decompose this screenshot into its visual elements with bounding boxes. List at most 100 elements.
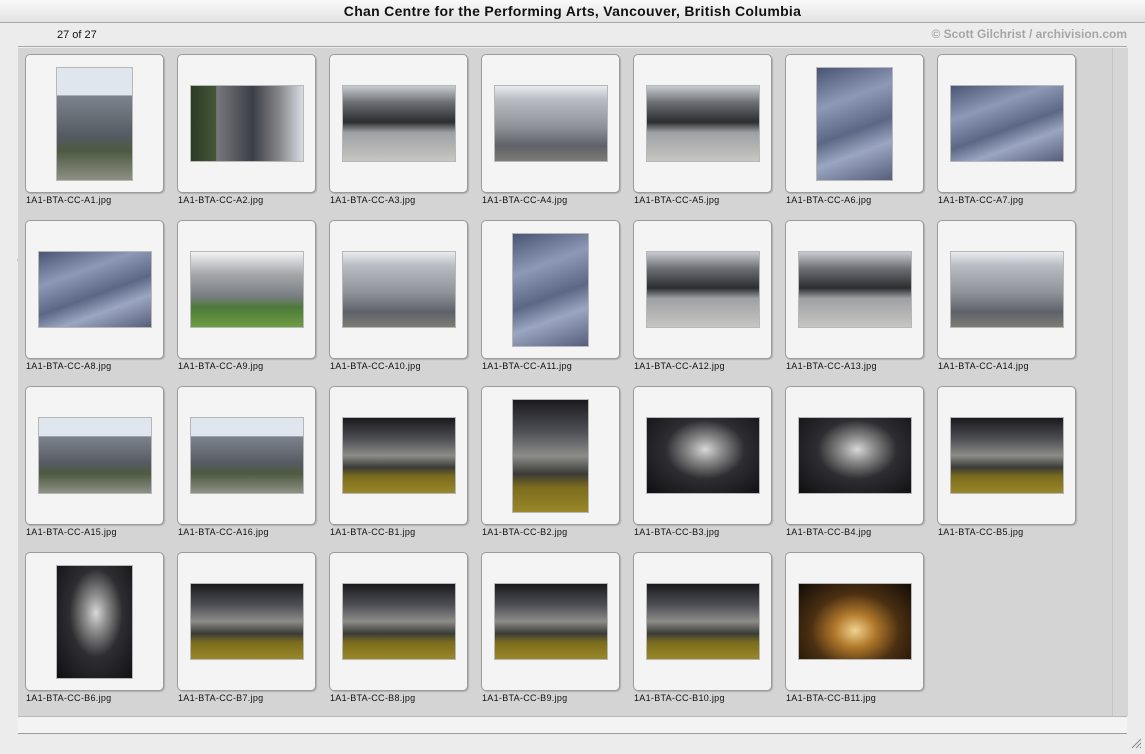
thumbnail-item[interactable]: 1A1-BTA-CC-A10.jpg bbox=[329, 220, 468, 371]
thumbnail-item[interactable]: 1A1-BTA-CC-A9.jpg bbox=[177, 220, 316, 371]
thumbnail-filename: 1A1-BTA-CC-A3.jpg bbox=[330, 195, 416, 205]
thumbnail-item[interactable]: 1A1-BTA-CC-B7.jpg bbox=[177, 552, 316, 703]
thumbnail-grid: 1A1-BTA-CC-A1.jpg 1A1-BTA-CC-A2.jpg 1A1-BT… bbox=[25, 54, 1076, 703]
slide-frame[interactable] bbox=[481, 220, 620, 359]
slide-frame[interactable] bbox=[177, 220, 316, 359]
slide-frame[interactable] bbox=[329, 552, 468, 691]
thumbnail-image[interactable] bbox=[646, 584, 759, 659]
slide-frame[interactable] bbox=[177, 552, 316, 691]
thumbnail-item[interactable]: 1A1-BTA-CC-B6.jpg bbox=[25, 552, 164, 703]
thumbnail-image[interactable] bbox=[342, 418, 455, 493]
slide-frame[interactable] bbox=[937, 54, 1076, 193]
thumbnail-image[interactable] bbox=[646, 252, 759, 327]
thumbnail-image[interactable] bbox=[646, 86, 759, 161]
thumbnail-image[interactable] bbox=[798, 584, 911, 659]
thumbnail-filename: 1A1-BTA-CC-B5.jpg bbox=[938, 527, 1024, 537]
thumbnail-image[interactable] bbox=[38, 418, 151, 493]
thumbnail-filename: 1A1-BTA-CC-B9.jpg bbox=[482, 693, 568, 703]
thumbnail-image[interactable] bbox=[190, 418, 303, 493]
slide-frame[interactable] bbox=[633, 54, 772, 193]
thumbnail-item[interactable]: 1A1-BTA-CC-B2.jpg bbox=[481, 386, 620, 537]
slide-frame[interactable] bbox=[633, 552, 772, 691]
thumbnail-item[interactable]: 1A1-BTA-CC-B3.jpg bbox=[633, 386, 772, 537]
thumbnail-image[interactable] bbox=[950, 418, 1063, 493]
thumbnail-item[interactable]: 1A1-BTA-CC-A16.jpg bbox=[177, 386, 316, 537]
thumbnail-item[interactable]: 1A1-BTA-CC-B4.jpg bbox=[785, 386, 924, 537]
slide-frame[interactable] bbox=[937, 386, 1076, 525]
thumbnail-image[interactable] bbox=[342, 86, 455, 161]
thumbnail-image[interactable] bbox=[513, 399, 588, 512]
slide-frame[interactable] bbox=[481, 386, 620, 525]
slide-frame[interactable] bbox=[329, 220, 468, 359]
thumbnail-item[interactable]: 1A1-BTA-CC-A12.jpg bbox=[633, 220, 772, 371]
thumbnail-image[interactable] bbox=[190, 86, 303, 161]
slide-frame[interactable] bbox=[329, 386, 468, 525]
thumbnail-item[interactable]: 1A1-BTA-CC-A4.jpg bbox=[481, 54, 620, 205]
thumbnail-image[interactable] bbox=[190, 252, 303, 327]
bottom-divider bbox=[18, 733, 1127, 734]
slide-frame[interactable] bbox=[177, 386, 316, 525]
thumbnail-item[interactable]: 1A1-BTA-CC-B11.jpg bbox=[785, 552, 924, 703]
thumbnail-image[interactable] bbox=[342, 252, 455, 327]
slide-frame[interactable] bbox=[481, 552, 620, 691]
thumbnail-filename: 1A1-BTA-CC-B3.jpg bbox=[634, 527, 720, 537]
slide-frame[interactable] bbox=[329, 54, 468, 193]
thumbnail-image[interactable] bbox=[950, 252, 1063, 327]
thumbnail-image[interactable] bbox=[57, 565, 132, 678]
thumbnail-viewport[interactable]: 1A1-BTA-CC-A1.jpg 1A1-BTA-CC-A2.jpg 1A1-BT… bbox=[18, 48, 1112, 716]
thumbnail-item[interactable]: 1A1-BTA-CC-A5.jpg bbox=[633, 54, 772, 205]
slide-frame[interactable] bbox=[25, 54, 164, 193]
slide-frame[interactable] bbox=[481, 54, 620, 193]
thumbnail-image[interactable] bbox=[817, 67, 892, 180]
thumbnail-item[interactable]: 1A1-BTA-CC-B10.jpg bbox=[633, 552, 772, 703]
thumbnail-item[interactable]: 1A1-BTA-CC-A1.jpg bbox=[25, 54, 164, 205]
slide-frame[interactable] bbox=[785, 54, 924, 193]
thumbnail-item[interactable]: 1A1-BTA-CC-A8.jpg bbox=[25, 220, 164, 371]
slide-frame[interactable] bbox=[785, 552, 924, 691]
thumbnail-image[interactable] bbox=[494, 584, 607, 659]
thumbnail-image[interactable] bbox=[513, 233, 588, 346]
thumbnail-image[interactable] bbox=[646, 418, 759, 493]
vertical-scrollbar[interactable] bbox=[1112, 48, 1128, 716]
slide-frame[interactable] bbox=[937, 220, 1076, 359]
thumbnail-filename: 1A1-BTA-CC-B11.jpg bbox=[786, 693, 877, 703]
slide-frame[interactable] bbox=[177, 54, 316, 193]
thumbnail-image[interactable] bbox=[342, 584, 455, 659]
toolbar: 27 of 27 © Scott Gilchrist / archivision… bbox=[0, 23, 1145, 47]
thumbnail-image[interactable] bbox=[798, 252, 911, 327]
thumbnail-item[interactable]: 1A1-BTA-CC-A14.jpg bbox=[937, 220, 1076, 371]
slide-frame[interactable] bbox=[633, 386, 772, 525]
thumbnail-item[interactable]: 1A1-BTA-CC-A15.jpg bbox=[25, 386, 164, 537]
copyright-credit: © Scott Gilchrist / archivision.com bbox=[931, 27, 1127, 41]
slide-frame[interactable] bbox=[25, 220, 164, 359]
slide-frame[interactable] bbox=[25, 386, 164, 525]
thumbnail-filename: 1A1-BTA-CC-B7.jpg bbox=[178, 693, 264, 703]
thumbnail-item[interactable]: 1A1-BTA-CC-A2.jpg bbox=[177, 54, 316, 205]
thumbnail-item[interactable]: 1A1-BTA-CC-B8.jpg bbox=[329, 552, 468, 703]
resize-grip-icon[interactable] bbox=[1129, 736, 1142, 749]
slide-frame[interactable] bbox=[785, 386, 924, 525]
thumbnail-filename: 1A1-BTA-CC-A6.jpg bbox=[786, 195, 872, 205]
thumbnail-filename: 1A1-BTA-CC-A12.jpg bbox=[634, 361, 725, 371]
slide-frame[interactable] bbox=[633, 220, 772, 359]
thumbnail-image[interactable] bbox=[57, 67, 132, 180]
thumbnail-image[interactable] bbox=[190, 584, 303, 659]
thumbnail-item[interactable]: 1A1-BTA-CC-A13.jpg bbox=[785, 220, 924, 371]
thumbnail-item[interactable]: 1A1-BTA-CC-A11.jpg bbox=[481, 220, 620, 371]
toolbar-divider bbox=[18, 46, 1127, 47]
thumbnail-filename: 1A1-BTA-CC-A9.jpg bbox=[178, 361, 264, 371]
horizontal-scrollbar[interactable] bbox=[18, 716, 1127, 734]
thumbnail-image[interactable] bbox=[494, 86, 607, 161]
thumbnail-image[interactable] bbox=[38, 252, 151, 327]
thumbnail-image[interactable] bbox=[950, 86, 1063, 161]
slide-frame[interactable] bbox=[785, 220, 924, 359]
thumbnail-item[interactable]: 1A1-BTA-CC-B9.jpg bbox=[481, 552, 620, 703]
thumbnail-item[interactable]: 1A1-BTA-CC-B1.jpg bbox=[329, 386, 468, 537]
slide-frame[interactable] bbox=[25, 552, 164, 691]
thumbnail-item[interactable]: 1A1-BTA-CC-A6.jpg bbox=[785, 54, 924, 205]
thumbnail-item[interactable]: 1A1-BTA-CC-A3.jpg bbox=[329, 54, 468, 205]
thumbnail-filename: 1A1-BTA-CC-B1.jpg bbox=[330, 527, 416, 537]
thumbnail-item[interactable]: 1A1-BTA-CC-B5.jpg bbox=[937, 386, 1076, 537]
thumbnail-image[interactable] bbox=[798, 418, 911, 493]
thumbnail-item[interactable]: 1A1-BTA-CC-A7.jpg bbox=[937, 54, 1076, 205]
